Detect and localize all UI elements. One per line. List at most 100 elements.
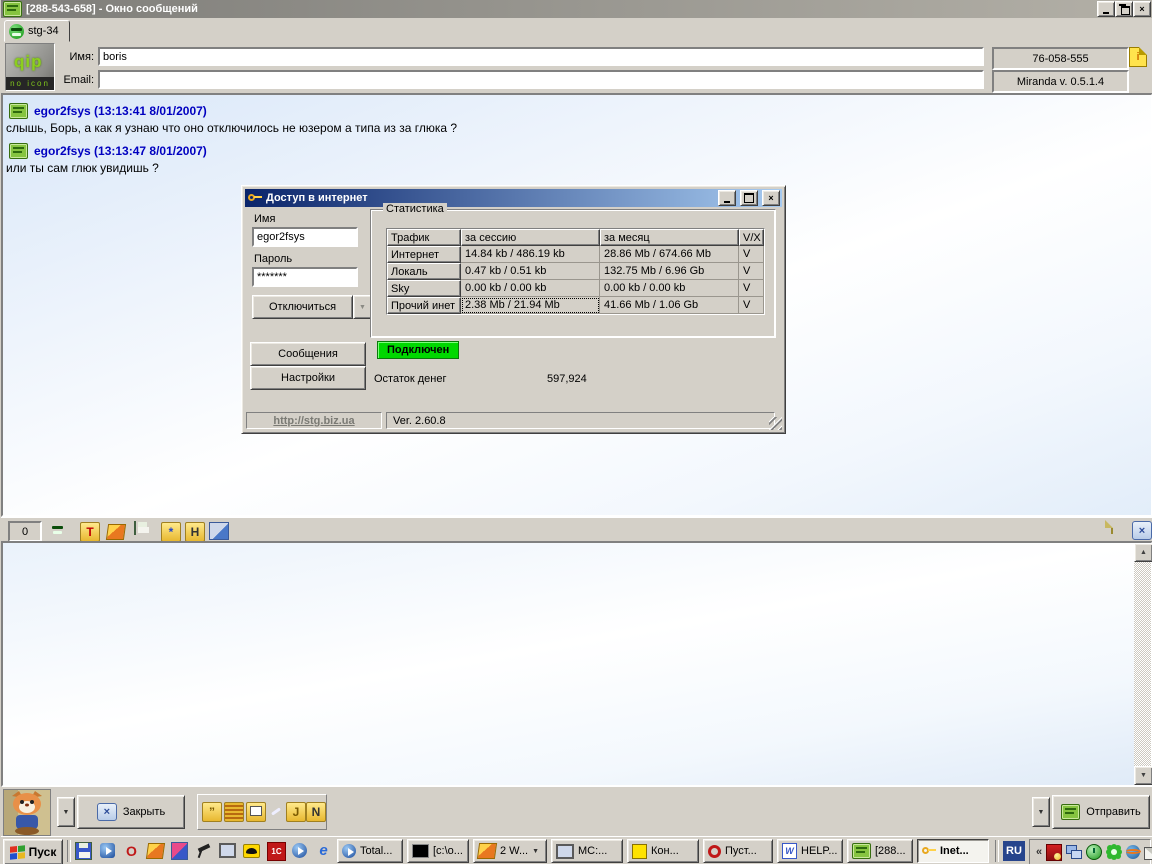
table-cell[interactable]: V bbox=[739, 280, 764, 297]
table-cell[interactable]: V bbox=[739, 246, 764, 263]
task-word-help[interactable]: WHELP... bbox=[777, 839, 843, 863]
quicklaunch-save-icon[interactable] bbox=[75, 842, 92, 859]
html-icon[interactable]: H bbox=[185, 522, 205, 542]
col-header[interactable]: за сессию bbox=[461, 229, 600, 246]
dialog-password-label: Пароль bbox=[254, 253, 292, 265]
quicklaunch-winamp-icon[interactable] bbox=[147, 842, 164, 859]
col-header[interactable]: V/X bbox=[739, 229, 764, 246]
save-icon[interactable] bbox=[134, 521, 136, 535]
internet-access-dialog[interactable]: Доступ в интернет × Имя Пароль Отключить… bbox=[241, 185, 786, 434]
table-cell[interactable]: 0.47 kb / 0.51 kb bbox=[461, 263, 600, 280]
restore-button[interactable] bbox=[1115, 1, 1133, 17]
message-text: или ты сам глюк увидишь ? bbox=[6, 161, 1151, 175]
resize-grip[interactable] bbox=[769, 417, 782, 430]
tray-mail-icon[interactable] bbox=[1144, 844, 1152, 860]
task-winamp-group[interactable]: 2 W... ▼ bbox=[473, 839, 547, 863]
message-text: слышь, Борь, а как я узнаю что оно отклю… bbox=[6, 121, 1151, 135]
snowflake-icon[interactable]: * bbox=[161, 522, 181, 542]
dialog-maximize-button[interactable] bbox=[740, 190, 758, 206]
language-indicator[interactable]: RU bbox=[1003, 841, 1025, 861]
quote-key-icon[interactable] bbox=[209, 522, 229, 540]
quicklaunch-1c-icon[interactable]: 1C bbox=[267, 842, 286, 861]
task-total-commander[interactable]: Total... bbox=[337, 839, 403, 863]
user-details-icon[interactable]: i bbox=[1129, 47, 1147, 67]
message-author: egor2fsys bbox=[34, 144, 91, 158]
task-console2[interactable]: Кон... bbox=[627, 839, 699, 863]
dialog-minimize-button[interactable] bbox=[718, 190, 736, 206]
table-cell[interactable]: 28.86 Mb / 674.66 Mb bbox=[600, 246, 739, 263]
send-options-dropdown[interactable]: ▼ bbox=[1032, 797, 1050, 827]
row-header[interactable]: Интернет bbox=[387, 246, 461, 263]
window-titlebar[interactable]: [288-543-658] - Окно сообщений × bbox=[1, 0, 1152, 18]
dialog-password-field[interactable] bbox=[252, 267, 358, 287]
quicklaunch-batman-icon[interactable] bbox=[243, 842, 260, 859]
scroll-up-icon[interactable]: ▲ bbox=[1134, 543, 1152, 562]
quicklaunch-mediaplayer-icon[interactable] bbox=[291, 842, 308, 859]
new-message-icon[interactable] bbox=[1111, 520, 1113, 534]
quicklaunch-opera-icon[interactable]: O bbox=[123, 842, 140, 859]
scroll-down-icon[interactable]: ▼ bbox=[1134, 766, 1152, 785]
send-button[interactable]: Отправить bbox=[1052, 795, 1150, 829]
close-button[interactable]: × bbox=[1133, 1, 1151, 17]
task-mc[interactable]: MC:... bbox=[551, 839, 623, 863]
table-cell[interactable]: 0.00 kb / 0.00 kb bbox=[600, 280, 739, 297]
website-link[interactable]: http://stg.biz.ua bbox=[273, 415, 354, 427]
tab-stg-34[interactable]: stg-34 bbox=[4, 20, 70, 42]
minimize-button[interactable] bbox=[1097, 1, 1115, 17]
row-header[interactable]: Прочий инет bbox=[387, 297, 461, 314]
task-opera[interactable]: Пуст... bbox=[703, 839, 773, 863]
own-avatar[interactable] bbox=[3, 789, 51, 836]
dialog-name-field[interactable] bbox=[252, 227, 358, 247]
close-options-dropdown[interactable]: ▼ bbox=[57, 797, 75, 827]
quicklaunch-tools-icon[interactable] bbox=[171, 842, 188, 859]
email-field[interactable] bbox=[98, 70, 984, 89]
dialog-settings-button[interactable]: Настройки bbox=[250, 366, 366, 390]
disconnect-button[interactable]: Отключиться bbox=[252, 295, 353, 319]
close-button-bottom[interactable]: × Закрыть bbox=[77, 795, 185, 829]
tray-icq-icon[interactable] bbox=[1106, 844, 1122, 860]
tray-chevron-icon[interactable]: « bbox=[1036, 844, 1042, 860]
quicklaunch-ie-icon[interactable]: e bbox=[315, 842, 332, 859]
table-cell-selected[interactable]: 2.38 Mb / 21.94 Mb bbox=[461, 297, 600, 314]
row-header[interactable]: Sky bbox=[387, 280, 461, 297]
group-dropdown-icon[interactable]: ▼ bbox=[532, 848, 539, 855]
message-input[interactable]: ▲ ▼ bbox=[1, 541, 1152, 787]
start-button[interactable]: Пуск bbox=[3, 839, 63, 864]
col-header[interactable]: Трафик bbox=[387, 229, 461, 246]
tray-globe-icon[interactable] bbox=[1126, 844, 1140, 860]
template-text-icon[interactable] bbox=[224, 802, 244, 822]
table-cell[interactable]: V bbox=[739, 297, 764, 314]
table-cell[interactable]: 132.75 Mb / 6.96 Gb bbox=[600, 263, 739, 280]
input-scrollbar[interactable]: ▲ ▼ bbox=[1134, 543, 1151, 785]
close-tab-icon[interactable]: × bbox=[1132, 521, 1152, 540]
tray-clock-icon[interactable] bbox=[1086, 844, 1102, 860]
dialog-titlebar[interactable]: Доступ в интернет × bbox=[245, 189, 782, 207]
task-qip-window[interactable]: [288... bbox=[847, 839, 913, 863]
task-inet-dialog[interactable]: Inet... bbox=[917, 839, 989, 863]
message-window: [288-543-658] - Окно сообщений × stg-34 … bbox=[0, 0, 1152, 864]
font-color-icon[interactable]: T bbox=[80, 522, 100, 542]
name-field[interactable] bbox=[98, 47, 984, 66]
tab-label: stg-34 bbox=[28, 25, 59, 37]
quicklaunch-remote-icon[interactable] bbox=[219, 842, 236, 859]
notes-icon[interactable]: N bbox=[306, 802, 326, 822]
dialog-messages-button[interactable]: Сообщения bbox=[250, 342, 366, 366]
table-cell[interactable]: 14.84 kb / 486.19 kb bbox=[461, 246, 600, 263]
quicklaunch-telescope-icon[interactable] bbox=[195, 842, 212, 859]
table-cell[interactable]: 0.00 kb / 0.00 kb bbox=[461, 280, 600, 297]
divider bbox=[67, 840, 71, 862]
message-header: egor2fsys (13:13:47 8/01/2007) bbox=[9, 143, 1151, 159]
table-cell[interactable]: V bbox=[739, 263, 764, 280]
col-header[interactable]: за месяц bbox=[600, 229, 739, 246]
window-select-icon[interactable] bbox=[246, 802, 266, 822]
quicklaunch-mail-icon[interactable] bbox=[99, 842, 116, 859]
tray-miranda-icon[interactable] bbox=[1046, 844, 1062, 860]
row-header[interactable]: Локаль bbox=[387, 263, 461, 280]
history-icon[interactable]: J bbox=[286, 802, 306, 822]
table-cell[interactable]: 41.66 Mb / 1.06 Gb bbox=[600, 297, 739, 314]
task-console[interactable]: [c:\o... bbox=[407, 839, 469, 863]
quote-icon[interactable]: ” bbox=[202, 802, 222, 822]
background-color-icon[interactable] bbox=[106, 524, 126, 540]
dialog-close-button[interactable]: × bbox=[762, 190, 780, 206]
tray-network-icon[interactable] bbox=[1066, 844, 1082, 860]
